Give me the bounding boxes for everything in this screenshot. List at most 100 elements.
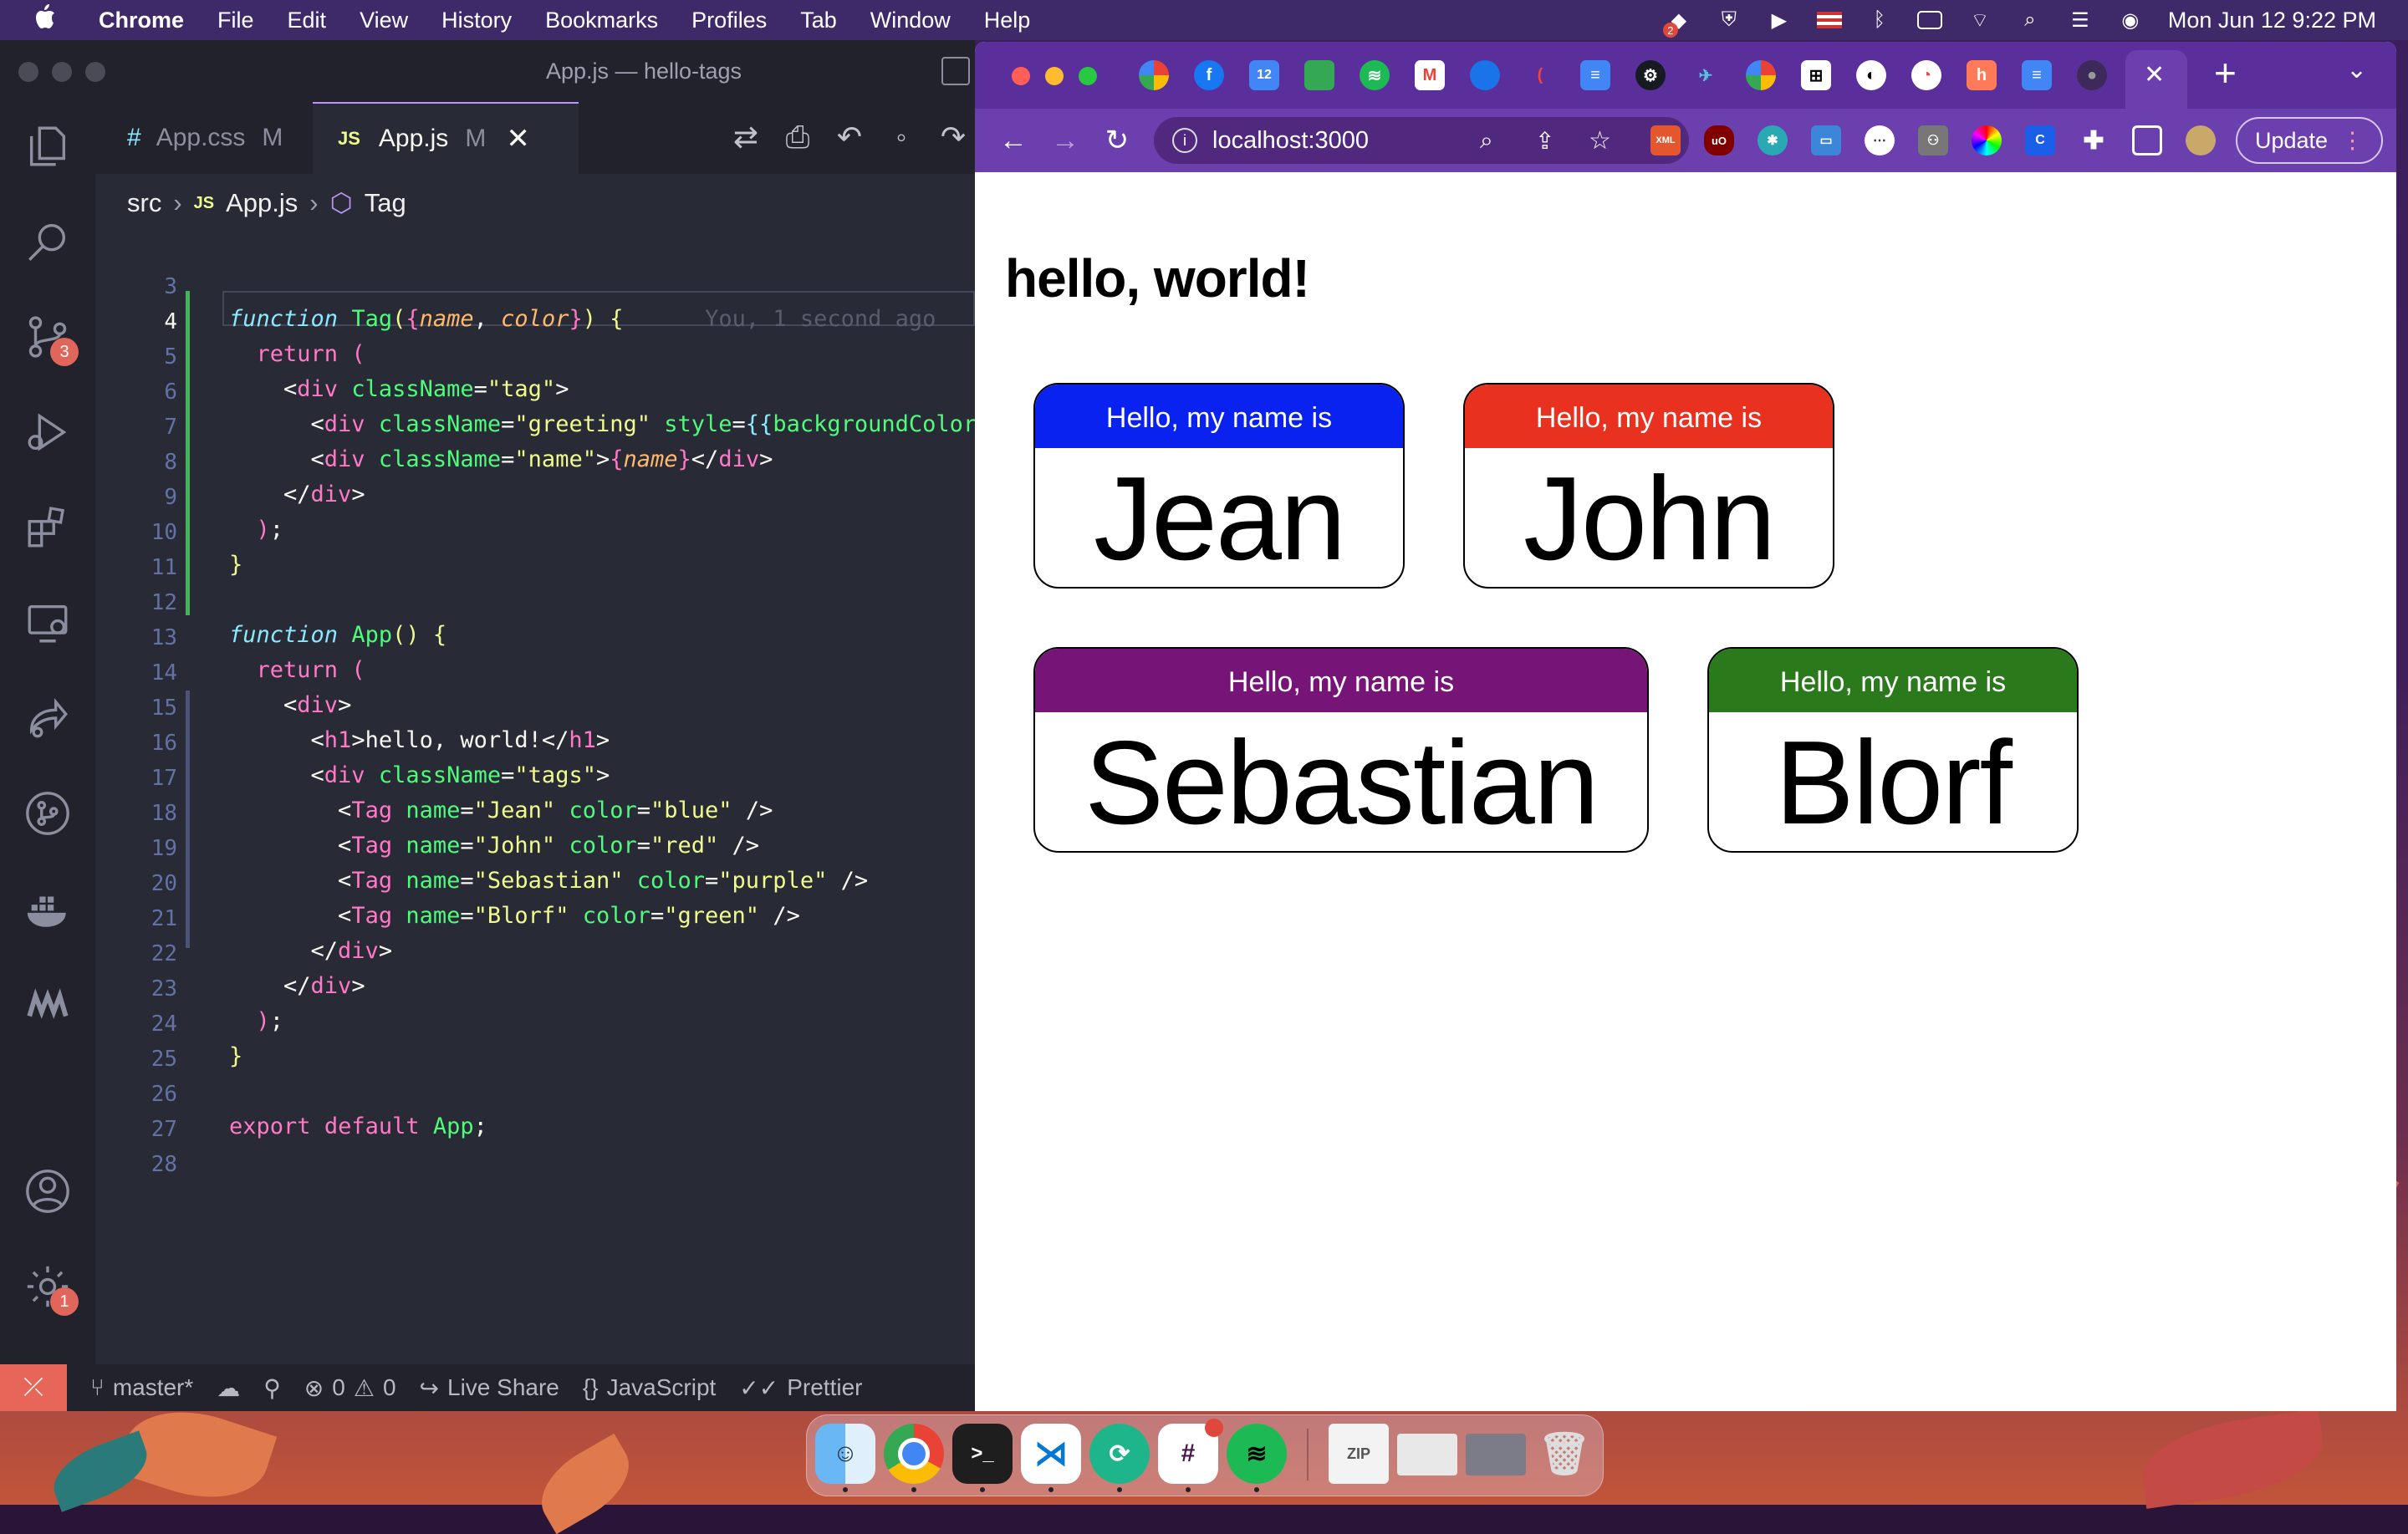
battery-icon[interactable] — [1916, 9, 1942, 31]
menu-profiles[interactable]: Profiles — [691, 8, 767, 33]
git-commit-icon[interactable]: ◦ — [883, 119, 920, 155]
slack-icon[interactable]: # — [1158, 1419, 1223, 1484]
remote-indicator-icon[interactable]: ⤫ — [0, 1364, 67, 1411]
git-graph-status-icon[interactable]: ⚲ — [263, 1374, 281, 1402]
git-graph-icon[interactable] — [22, 787, 74, 839]
share-icon[interactable]: ⇪ — [1535, 127, 1554, 155]
spotify-tab-icon[interactable]: ≋ — [1360, 60, 1390, 90]
tab-app-js[interactable]: JS App.js M ✕ — [313, 102, 579, 174]
steam-tab-icon[interactable]: ⚙ — [1635, 60, 1666, 90]
side-panel-icon[interactable] — [2132, 125, 2162, 155]
language-mode-status[interactable]: {} JavaScript — [583, 1374, 716, 1401]
forward-icon[interactable]: → — [1048, 124, 1082, 157]
zoom-icon[interactable]: ⌕ — [1480, 127, 1493, 155]
close-window-button[interactable] — [1012, 67, 1030, 85]
google-docs-tab-icon[interactable]: ≡ — [2022, 60, 2052, 90]
archive-stack-icon[interactable]: ZIP — [1329, 1424, 1389, 1484]
tab-search-chevron-icon[interactable]: ⌄ — [2346, 55, 2367, 84]
google-photos-tab-icon[interactable] — [1746, 60, 1776, 90]
extensions-puzzle-icon[interactable]: ✚ — [2079, 125, 2109, 155]
toggle-sidebar-icon[interactable] — [941, 57, 970, 85]
tab-icon[interactable]: ( — [1525, 60, 1555, 90]
active-tab[interactable]: ✕ — [2125, 50, 2187, 109]
go-forward-icon[interactable]: ↷ — [935, 119, 972, 155]
address-bar[interactable]: i localhost:3000 ⌕ ⇪ ☆ — [1154, 117, 1689, 164]
apple-menu-icon[interactable] — [32, 3, 65, 38]
spotify-icon[interactable]: ≋ — [1227, 1424, 1287, 1484]
profile-avatar[interactable] — [2186, 125, 2216, 155]
search-icon[interactable] — [22, 216, 74, 268]
source-control-icon[interactable]: 3 — [22, 311, 79, 366]
github-tab-icon[interactable]: ● — [2077, 60, 2107, 90]
bluetooth-icon[interactable]: ᛒ — [1867, 8, 1892, 31]
play-circle-icon[interactable]: ▶ — [1767, 9, 1792, 32]
menu-tab[interactable]: Tab — [800, 8, 837, 33]
update-button[interactable]: Update ⋮ — [2236, 117, 2383, 164]
live-share-status[interactable]: ↪ Live Share — [420, 1374, 559, 1402]
menu-edit[interactable]: Edit — [288, 8, 327, 33]
branch-status[interactable]: ⑂ master* — [90, 1374, 193, 1401]
google-docs-tab-icon[interactable]: ≡ — [1580, 60, 1610, 90]
run-debug-icon[interactable] — [22, 406, 74, 458]
trash-icon[interactable]: 🗑 — [1534, 1424, 1594, 1484]
monitor-extension-icon[interactable]: ▭ — [1811, 125, 1841, 155]
spotlight-search-icon[interactable]: ⌕ — [2018, 8, 2043, 31]
chrome-icon[interactable] — [884, 1424, 944, 1484]
menu-window[interactable]: Window — [870, 8, 951, 33]
puzzle-tab-icon[interactable]: ⊞ — [1801, 60, 1831, 90]
terminal-icon[interactable]: >_ — [952, 1424, 1013, 1484]
code-editor[interactable]: 3 4 5 6 7 8 9 10 11 12 13 14 15 16 17 18 19 20 21 22 23 24 25 2… — [95, 232, 975, 1364]
ublock-extension-icon[interactable]: uO — [1704, 125, 1734, 155]
sync-app-icon[interactable]: ⟳ — [1089, 1424, 1150, 1484]
menu-view[interactable]: View — [360, 8, 408, 33]
calendar-tab-icon[interactable]: 12 — [1249, 60, 1279, 90]
us-flag-icon[interactable] — [1816, 12, 1842, 28]
xml-extension-icon[interactable]: XML — [1650, 125, 1681, 155]
asterisk-extension-icon[interactable]: ✱ — [1758, 125, 1788, 155]
more-menu-icon[interactable]: ⋮ — [2341, 128, 2364, 154]
print-icon[interactable]: ⎙ — [779, 119, 816, 155]
c-extension-icon[interactable]: C — [2025, 125, 2055, 155]
compare-changes-icon[interactable]: ⇄ — [727, 119, 764, 155]
problems-status[interactable]: ⊗ 0 ⚠ 0 — [304, 1374, 396, 1402]
prettier-status[interactable]: ✓✓ Prettier — [739, 1374, 862, 1402]
group-extension-icon[interactable]: ⚇ — [1918, 125, 1948, 155]
siri-icon[interactable]: ◉ — [2118, 9, 2143, 32]
menu-app-name[interactable]: Chrome — [99, 8, 184, 33]
docker-icon[interactable] — [22, 883, 74, 935]
vscode-icon[interactable]: ⋊ — [1021, 1424, 1081, 1484]
control-center-icon[interactable]: ☰ — [2068, 9, 2093, 32]
wifi-icon[interactable]: ⌔ — [1967, 9, 1992, 32]
close-tab-icon[interactable]: ✕ — [2144, 60, 2165, 89]
dropbox-icon[interactable]: ◆ 2 — [1662, 9, 1691, 38]
back-icon[interactable]: ← — [997, 124, 1030, 157]
menu-history[interactable]: History — [441, 8, 512, 33]
new-tab-button[interactable]: + — [2214, 50, 2237, 95]
shield-icon[interactable]: ⛨ — [1717, 8, 1742, 31]
reload-icon[interactable]: ↻ — [1100, 124, 1134, 157]
google-chat-tab-icon[interactable] — [1304, 60, 1334, 90]
go-back-icon[interactable]: ↶ — [831, 119, 868, 155]
window-thumbnail[interactable] — [1397, 1434, 1457, 1475]
colorpick-extension-icon[interactable] — [1972, 125, 2002, 155]
account-icon[interactable] — [22, 1165, 74, 1217]
zoom-window-button[interactable] — [1079, 67, 1097, 85]
settings-gear-icon[interactable]: 1 — [22, 1261, 79, 1316]
breadcrumb-file[interactable]: App.js — [226, 188, 298, 218]
mdx-icon[interactable] — [22, 978, 74, 1030]
live-share-icon[interactable] — [22, 692, 74, 744]
explorer-icon[interactable] — [22, 120, 74, 172]
window-thumbnail[interactable] — [1466, 1434, 1526, 1475]
menu-bookmarks[interactable]: Bookmarks — [545, 8, 658, 33]
facebook-tab-icon[interactable]: f — [1194, 60, 1224, 90]
airline-tab-icon[interactable]: ✈ — [1691, 60, 1721, 90]
dots-extension-icon[interactable]: ⋯ — [1865, 125, 1895, 155]
gmail-tab-icon[interactable]: M — [1415, 60, 1445, 90]
google-photos-tab-icon[interactable] — [1139, 60, 1169, 90]
site-info-icon[interactable]: i — [1172, 128, 1197, 153]
sync-cloud-icon[interactable]: ☁ — [217, 1374, 240, 1402]
messages-tab-icon[interactable] — [1470, 60, 1500, 90]
globe-tab-icon[interactable]: ◐ — [1856, 60, 1886, 90]
menu-help[interactable]: Help — [984, 8, 1031, 33]
hubspot-tab-icon[interactable]: h — [1967, 60, 1997, 90]
